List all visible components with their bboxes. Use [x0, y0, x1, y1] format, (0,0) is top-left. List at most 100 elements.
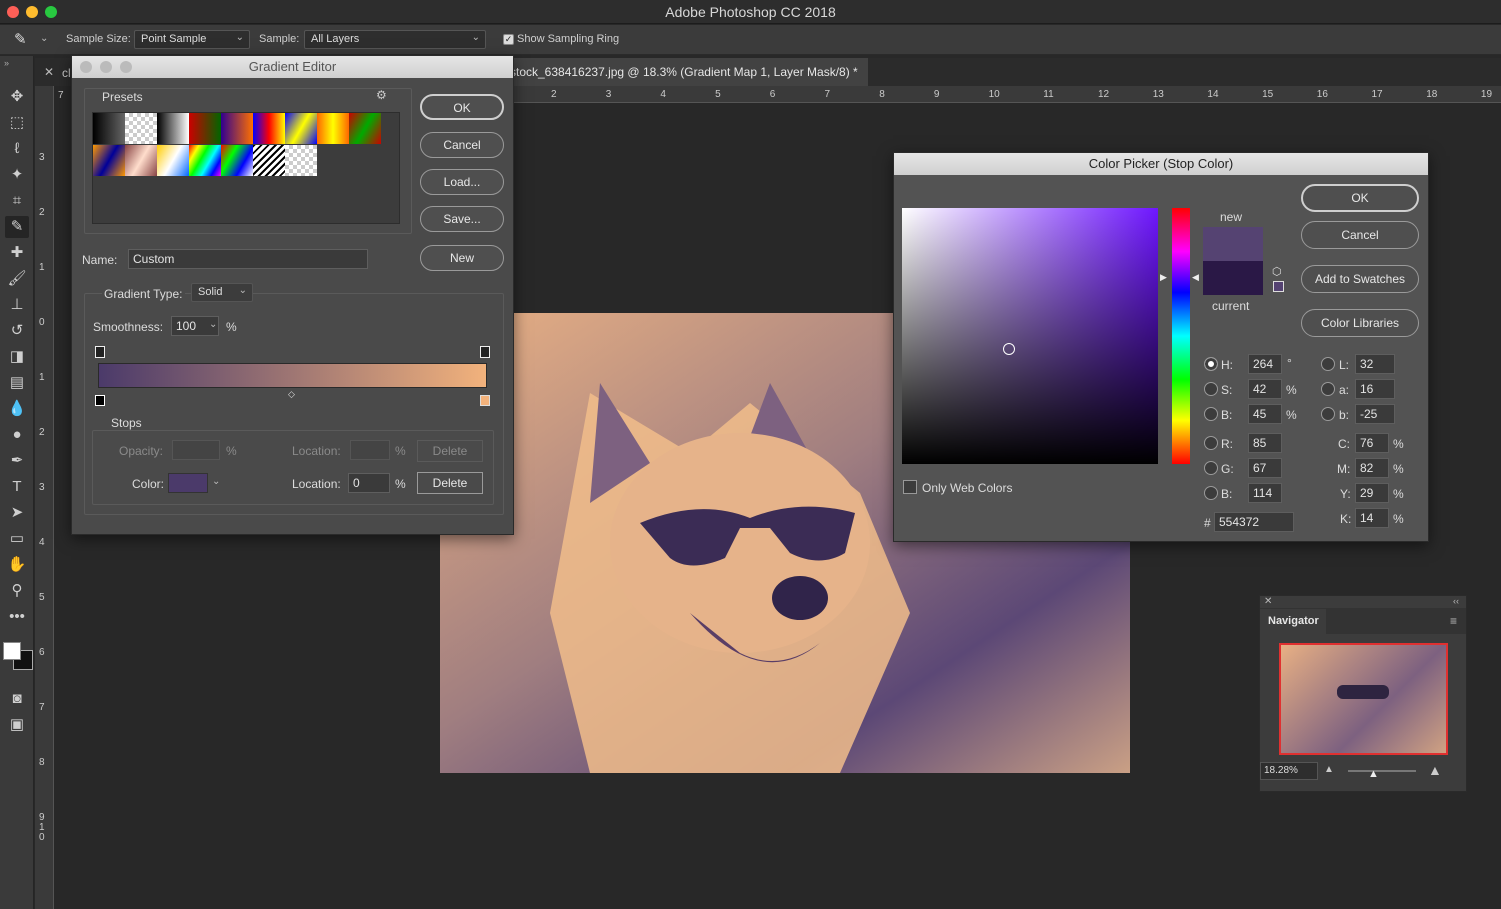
- blue-radio[interactable]: [1204, 486, 1218, 500]
- tab-prefix[interactable]: cl: [62, 66, 71, 80]
- color-stop-left[interactable]: [95, 395, 105, 406]
- type-tool-icon[interactable]: T: [5, 476, 29, 498]
- presets-list[interactable]: [92, 112, 400, 224]
- gradient-type-select[interactable]: Solid ⌄: [191, 283, 253, 302]
- color-libraries-button[interactable]: Color Libraries: [1301, 309, 1419, 337]
- sample-size-select[interactable]: Point Sample ⌄: [134, 30, 250, 49]
- add-to-swatches-button[interactable]: Add to Swatches: [1301, 265, 1419, 293]
- saturation-radio[interactable]: [1204, 382, 1218, 396]
- green-field[interactable]: 67: [1248, 458, 1282, 478]
- collapse-panel-icon[interactable]: ‹‹: [1453, 596, 1459, 606]
- a-channel-field[interactable]: 16: [1355, 379, 1395, 399]
- zoom-level-field[interactable]: 18.28%: [1260, 762, 1318, 780]
- chevron-down-icon[interactable]: ⌄: [212, 476, 220, 487]
- opacity-stop-right[interactable]: [480, 346, 490, 358]
- delete-color-stop-button[interactable]: Delete: [417, 472, 483, 494]
- preset-swatch[interactable]: [125, 113, 157, 144]
- hue-slider-right-arrow-icon[interactable]: ◀: [1192, 272, 1199, 283]
- brightness-field[interactable]: 45: [1248, 404, 1282, 424]
- expand-panel-icon[interactable]: »: [4, 58, 9, 68]
- history-brush-tool-icon[interactable]: ↺: [5, 320, 29, 342]
- b-channel-field[interactable]: -25: [1355, 404, 1395, 424]
- yellow-field[interactable]: 29: [1355, 483, 1389, 503]
- eraser-tool-icon[interactable]: ◨: [5, 346, 29, 368]
- pen-tool-icon[interactable]: ✒: [5, 450, 29, 472]
- lasso-tool-icon[interactable]: ℓ: [5, 138, 29, 160]
- gear-icon[interactable]: ⚙: [376, 88, 387, 102]
- sample-select[interactable]: All Layers ⌄: [304, 30, 486, 49]
- color-cursor[interactable]: [1003, 343, 1015, 355]
- quick-mask-icon[interactable]: ◙: [5, 688, 29, 710]
- magenta-field[interactable]: 82: [1355, 458, 1389, 478]
- opacity-field[interactable]: [172, 440, 220, 460]
- preset-swatch[interactable]: [125, 145, 157, 176]
- preset-swatch[interactable]: [189, 145, 221, 176]
- zoom-out-icon[interactable]: ▲: [1324, 764, 1334, 775]
- preset-swatch[interactable]: [157, 145, 189, 176]
- brightness-radio[interactable]: [1204, 407, 1218, 421]
- brush-tool-icon[interactable]: 🖌: [5, 268, 29, 290]
- marquee-tool-icon[interactable]: ⬚: [5, 112, 29, 134]
- eyedropper-tool-preset-icon[interactable]: ✎: [14, 30, 36, 50]
- close-panel-icon[interactable]: ✕: [1264, 596, 1272, 607]
- lightness-field[interactable]: 32: [1355, 354, 1395, 374]
- chevron-down-icon[interactable]: ⌄: [209, 319, 217, 330]
- preset-swatch[interactable]: [189, 113, 221, 144]
- current-color-swatch[interactable]: [1203, 261, 1263, 295]
- opacity-location-field[interactable]: [350, 440, 390, 460]
- preset-swatch[interactable]: [253, 145, 285, 176]
- out-of-gamut-cube-icon[interactable]: ⬡: [1272, 265, 1282, 278]
- healing-brush-tool-icon[interactable]: ✚: [5, 242, 29, 264]
- red-radio[interactable]: [1204, 436, 1218, 450]
- zoom-tool-icon[interactable]: ⚲: [5, 580, 29, 602]
- ok-button[interactable]: OK: [1301, 184, 1419, 212]
- name-field[interactable]: Custom: [128, 249, 368, 269]
- zoom-slider-thumb[interactable]: ▲: [1368, 768, 1379, 780]
- blur-tool-icon[interactable]: 💧: [5, 398, 29, 420]
- preset-swatch[interactable]: [93, 113, 125, 144]
- move-tool-icon[interactable]: ✥: [5, 86, 29, 108]
- rectangle-tool-icon[interactable]: ▭: [5, 528, 29, 550]
- dialog-minimize-button[interactable]: [100, 61, 112, 73]
- a-channel-radio[interactable]: [1321, 382, 1335, 396]
- hue-slider-left-arrow-icon[interactable]: ▶: [1160, 272, 1167, 283]
- preset-swatch[interactable]: [221, 145, 253, 176]
- preset-swatch[interactable]: [285, 145, 317, 176]
- color-stop-right[interactable]: [480, 395, 490, 406]
- cancel-button[interactable]: Cancel: [420, 132, 504, 158]
- red-field[interactable]: 85: [1248, 433, 1282, 453]
- hue-radio[interactable]: [1204, 357, 1218, 371]
- b-channel-radio[interactable]: [1321, 407, 1335, 421]
- saturation-brightness-field[interactable]: [902, 208, 1158, 464]
- gradient-preview-bar[interactable]: [98, 363, 487, 388]
- preset-swatch[interactable]: [349, 113, 381, 144]
- color-location-field[interactable]: 0: [348, 473, 390, 493]
- chevron-down-icon[interactable]: ⌄: [40, 33, 48, 44]
- preset-swatch[interactable]: [317, 113, 349, 144]
- green-radio[interactable]: [1204, 461, 1218, 475]
- stop-color-swatch[interactable]: [168, 473, 208, 493]
- color-swatches[interactable]: [3, 636, 33, 680]
- panel-menu-icon[interactable]: ≡: [1450, 614, 1457, 628]
- hex-field[interactable]: 554372: [1214, 512, 1294, 532]
- clone-stamp-tool-icon[interactable]: ⊥: [5, 294, 29, 316]
- delete-opacity-stop-button[interactable]: Delete: [417, 440, 483, 462]
- ok-button[interactable]: OK: [420, 94, 504, 120]
- preset-swatch[interactable]: [253, 113, 285, 144]
- dialog-close-button[interactable]: [80, 61, 92, 73]
- preset-swatch[interactable]: [93, 145, 125, 176]
- web-safe-color-swatch[interactable]: [1273, 281, 1284, 292]
- crop-tool-icon[interactable]: ⌗: [5, 190, 29, 212]
- saturation-field[interactable]: 42: [1248, 379, 1282, 399]
- preset-swatch[interactable]: [285, 113, 317, 144]
- cyan-field[interactable]: 76: [1355, 433, 1389, 453]
- cancel-button[interactable]: Cancel: [1301, 221, 1419, 249]
- load-button[interactable]: Load...: [420, 169, 504, 195]
- zoom-in-icon[interactable]: ▲: [1428, 762, 1442, 778]
- screen-mode-icon[interactable]: ▣: [5, 714, 29, 736]
- navigator-thumbnail[interactable]: [1279, 643, 1448, 755]
- eyedropper-tool-icon[interactable]: ✎: [5, 216, 29, 238]
- more-tools-icon[interactable]: •••: [5, 606, 29, 628]
- document-tab[interactable]: stock_638416237.jpg @ 18.3% (Gradient Ma…: [500, 58, 868, 86]
- only-web-colors-checkbox[interactable]: [903, 480, 917, 494]
